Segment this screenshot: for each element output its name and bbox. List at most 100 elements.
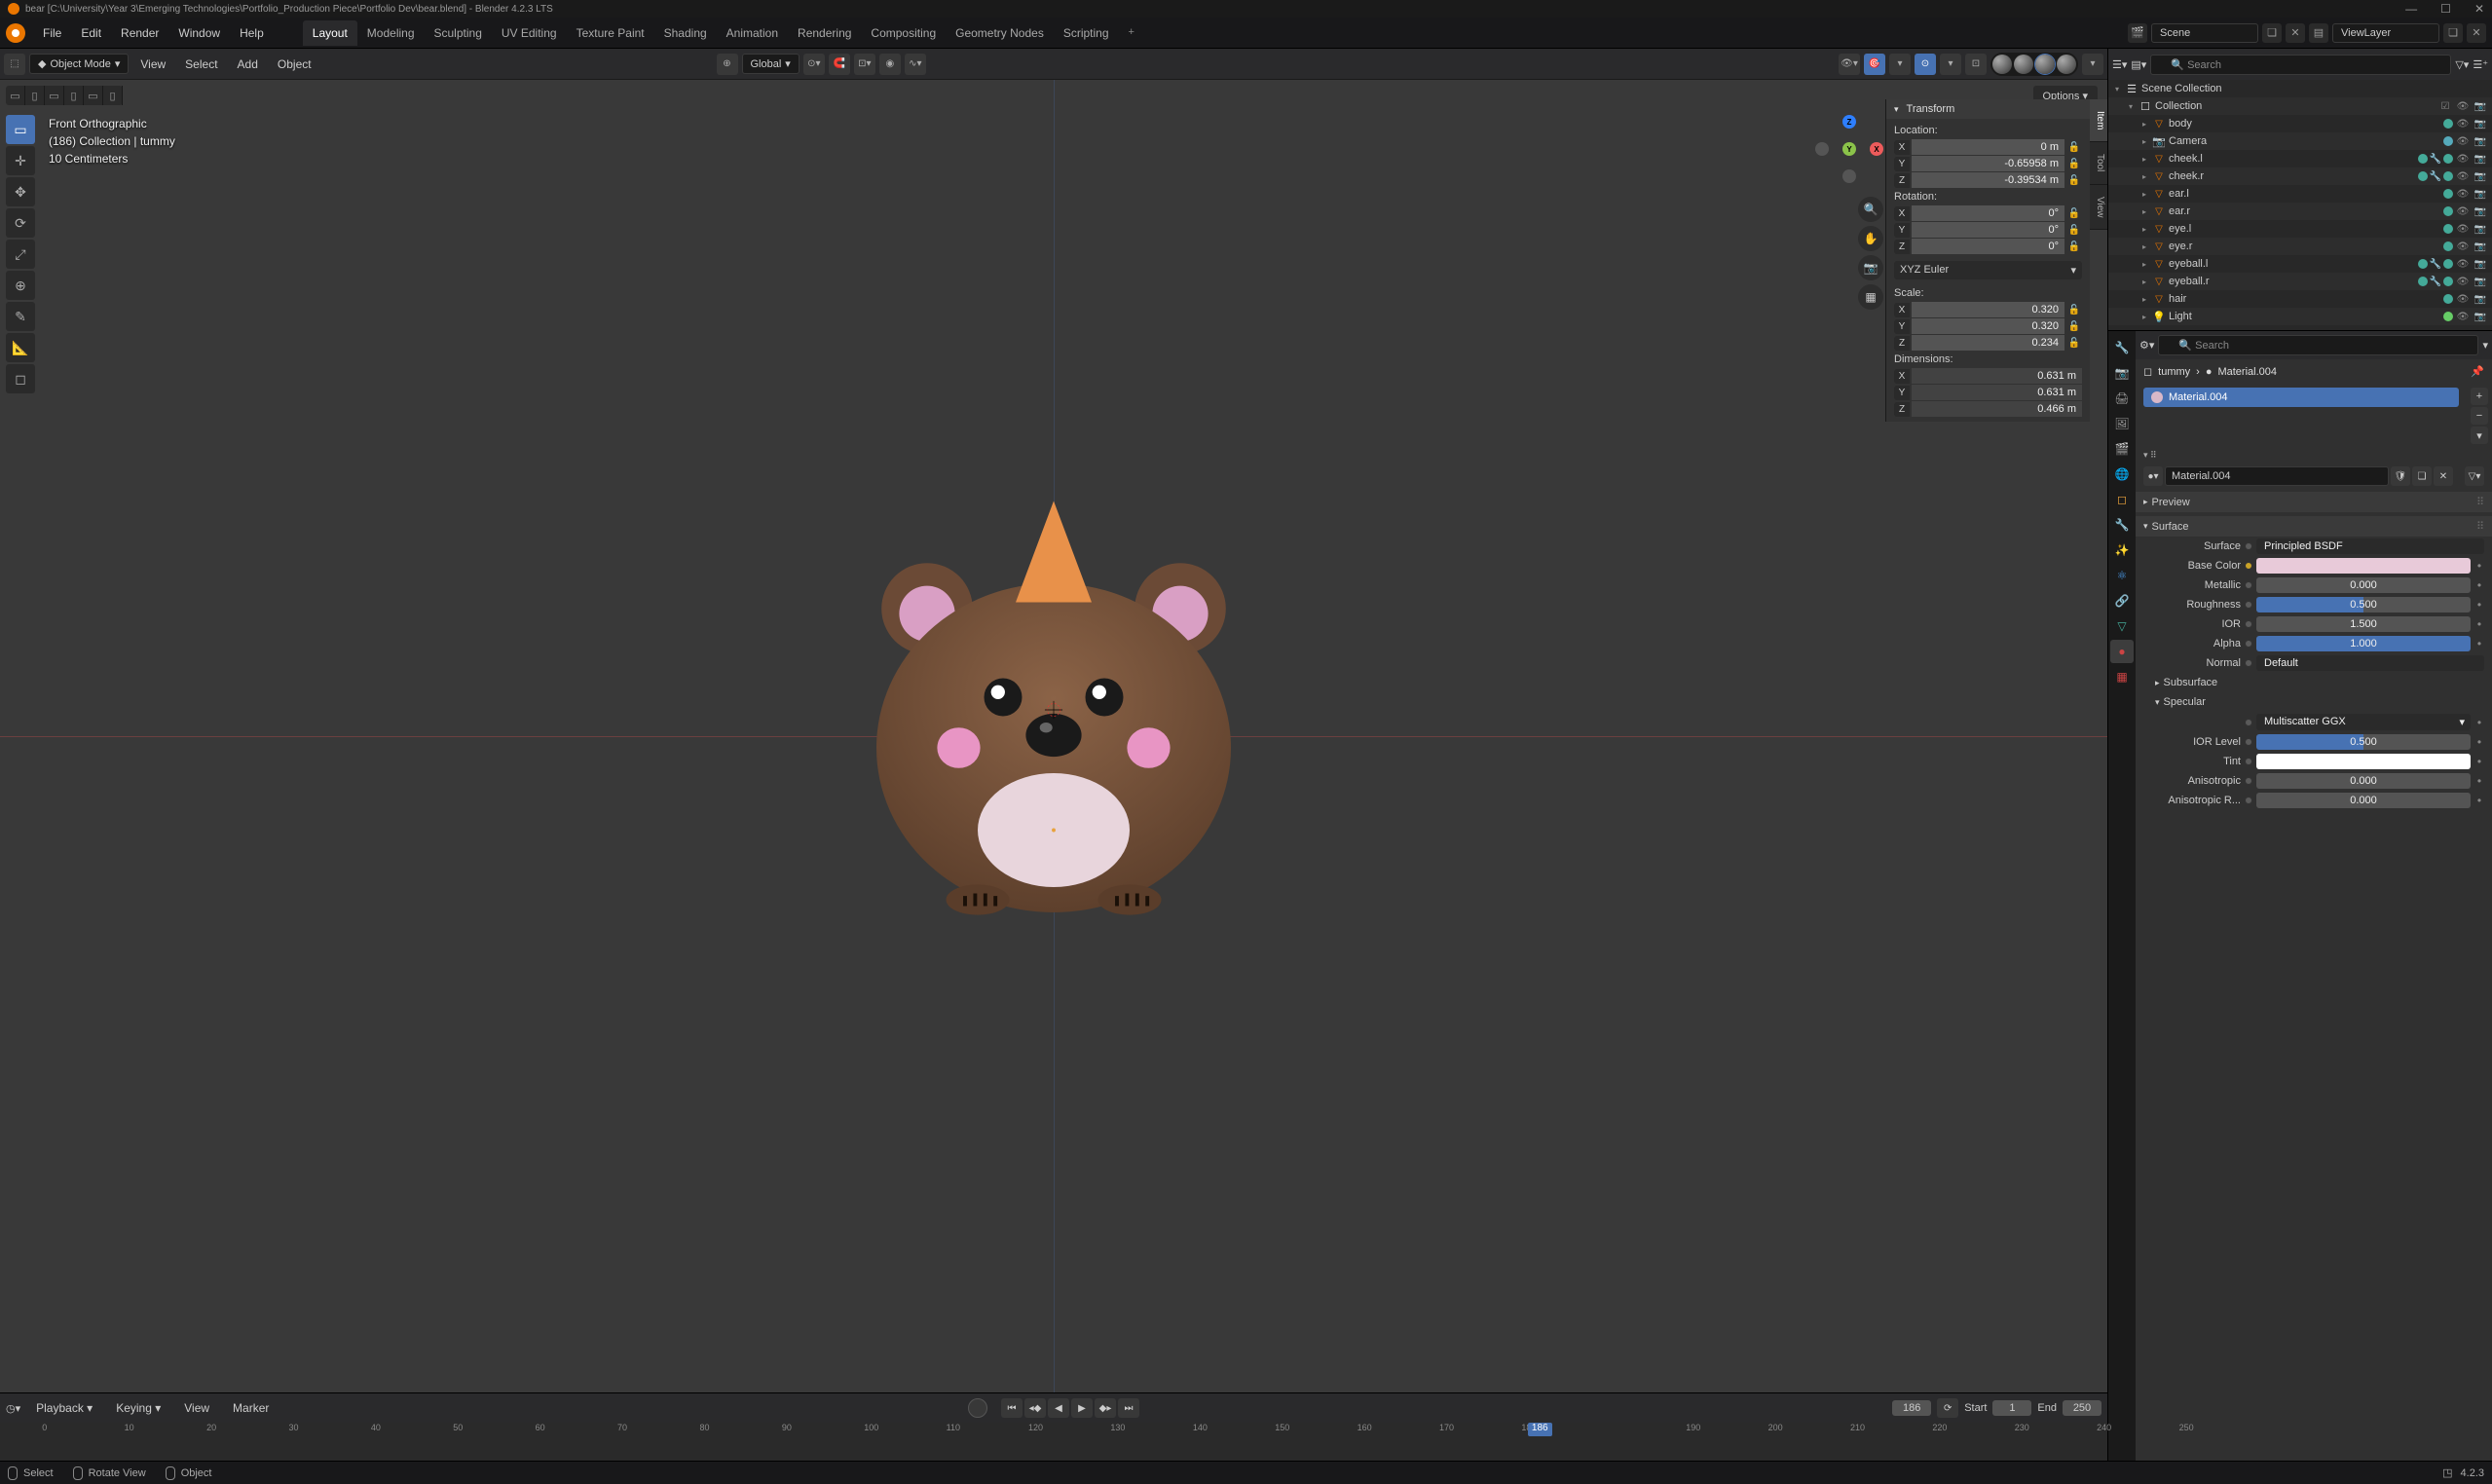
workspace-tab-animation[interactable]: Animation (717, 20, 788, 46)
jump-start[interactable]: ⏮ (1001, 1398, 1023, 1418)
workspace-tab-sculpting[interactable]: Sculpting (425, 20, 492, 46)
workspace-tab-texpaint[interactable]: Texture Paint (567, 20, 654, 46)
menu-edit[interactable]: Edit (71, 20, 111, 46)
overlay-toggle[interactable]: ⊙ (1915, 54, 1936, 75)
select-mode-5[interactable]: ▭ (84, 86, 103, 105)
prop-tab-output[interactable]: 🖨 (2110, 387, 2134, 410)
orientation-icon[interactable]: ⊕ (717, 54, 738, 75)
npanel-tab-item[interactable]: Item (2090, 99, 2107, 142)
workspace-tab-shading[interactable]: Shading (654, 20, 717, 46)
prop-tab-world[interactable]: 🌐 (2110, 463, 2134, 486)
play-reverse[interactable]: ◀ (1048, 1398, 1069, 1418)
start-frame-field[interactable]: 1 (1992, 1400, 2031, 1416)
workspace-tab-scripting[interactable]: Scripting (1054, 20, 1119, 46)
scl-z[interactable]: 0.234 (1912, 335, 2064, 351)
npanel-tab-tool[interactable]: Tool (2090, 142, 2107, 184)
tool-select-box[interactable]: ▭ (6, 115, 35, 144)
prop-tab-particle[interactable]: ✨ (2110, 538, 2134, 562)
surface-section-header[interactable]: ▾Surface⠿ (2136, 516, 2492, 537)
prop-tab-viewlayer[interactable]: 🖼 (2110, 412, 2134, 435)
outliner-item-cheek.l[interactable]: ▸▽cheek.l🔧👁📷 (2108, 150, 2492, 167)
tint-field[interactable] (2256, 754, 2471, 769)
tool-move[interactable]: ✥ (6, 177, 35, 206)
shading-wireframe[interactable] (1992, 55, 2012, 74)
rot-x-lock[interactable]: 🔓 (2066, 208, 2082, 219)
keyframe-next[interactable]: ◆▸ (1095, 1398, 1116, 1418)
mode-dropdown[interactable]: ◆Object Mode▾ (29, 54, 129, 74)
mat-nodetree[interactable]: ▽▾ (2465, 466, 2484, 486)
tool-measure[interactable]: 📐 (6, 333, 35, 362)
zoom-button[interactable]: 🔍 (1858, 197, 1883, 222)
aniso-menu[interactable]: • (2474, 774, 2484, 788)
tint-link-dot[interactable] (2245, 758, 2252, 765)
ior-link-dot[interactable] (2245, 620, 2252, 628)
rot-x[interactable]: 0° (1912, 205, 2064, 221)
menu-help[interactable]: Help (230, 20, 274, 46)
base-color-field[interactable] (2256, 558, 2471, 574)
npanel-tab-view[interactable]: View (2090, 185, 2107, 231)
blender-logo[interactable] (6, 23, 25, 43)
snap-dropdown[interactable]: ⊡▾ (854, 54, 875, 75)
camera-button[interactable]: 📷 (1858, 255, 1883, 280)
loc-z[interactable]: -0.39534 m (1912, 172, 2064, 188)
xray-toggle[interactable]: ⊡ (1965, 54, 1987, 75)
basecolor-menu[interactable]: • (2474, 559, 2484, 573)
tool-transform[interactable]: ⊕ (6, 271, 35, 300)
loc-y-lock[interactable]: 🔓 (2066, 159, 2082, 169)
anisor-menu[interactable]: • (2474, 794, 2484, 807)
subsurface-header[interactable]: ▸Subsurface (2136, 673, 2492, 692)
workspace-tab-compositing[interactable]: Compositing (861, 20, 946, 46)
outliner-item-eye.l[interactable]: ▸▽eye.l👁📷 (2108, 220, 2492, 238)
normal-dropdown[interactable]: Default (2256, 655, 2484, 671)
tint-menu[interactable]: • (2474, 755, 2484, 768)
keyframe-prev[interactable]: ◂◆ (1024, 1398, 1046, 1418)
shading-dropdown[interactable]: ▾ (2082, 54, 2103, 75)
prop-tab-constraint[interactable]: 🔗 (2110, 589, 2134, 612)
normal-link-dot[interactable] (2245, 659, 2252, 667)
workspace-tab-layout[interactable]: Layout (303, 20, 357, 46)
layer-browse-icon[interactable]: ▤ (2309, 23, 2328, 43)
select-mode-2[interactable]: ▯ (25, 86, 45, 105)
outliner-item-Light[interactable]: ▸💡Light👁📷 (2108, 308, 2492, 325)
prop-tab-modifier[interactable]: 🔧 (2110, 513, 2134, 537)
tl-menu-marker[interactable]: Marker (225, 1397, 277, 1419)
tl-menu-view[interactable]: View (176, 1397, 217, 1419)
select-mode-1[interactable]: ▭ (6, 86, 25, 105)
outliner-editor-icon[interactable]: ☰▾ (2112, 58, 2127, 71)
scl-y-lock[interactable]: 🔓 (2066, 321, 2082, 332)
maximize-button[interactable]: ☐ (2440, 2, 2451, 16)
layer-new-button[interactable]: ❏ (2443, 23, 2463, 43)
proportional-toggle[interactable]: ◉ (879, 54, 901, 75)
scl-x[interactable]: 0.320 (1912, 302, 2064, 317)
scene-browse-icon[interactable]: 🎬 (2128, 23, 2147, 43)
frame-refresh[interactable]: ⟳ (1937, 1398, 1958, 1418)
minimize-button[interactable]: — (2405, 2, 2417, 16)
tool-rotate[interactable]: ⟳ (6, 208, 35, 238)
prop-tab-material[interactable]: ● (2110, 640, 2134, 663)
prop-tab-scene[interactable]: 🎬 (2110, 437, 2134, 461)
tl-menu-playback[interactable]: Playback ▾ (28, 1397, 100, 1419)
close-button[interactable]: ✕ (2474, 2, 2484, 16)
prop-tab-render[interactable]: 📷 (2110, 361, 2134, 385)
rot-y[interactable]: 0° (1912, 222, 2064, 238)
select-mode-4[interactable]: ▯ (64, 86, 84, 105)
dim-x[interactable]: 0.631 m (1912, 368, 2082, 384)
roughness-menu[interactable]: • (2474, 598, 2484, 612)
playhead[interactable]: 186 (1528, 1423, 1552, 1436)
workspace-tab-uv[interactable]: UV Editing (492, 20, 567, 46)
play-forward[interactable]: ▶ (1071, 1398, 1093, 1418)
prop-tab-physics[interactable]: ⚛ (2110, 564, 2134, 587)
material-name-input[interactable] (2165, 466, 2389, 486)
outliner-item-Camera[interactable]: ▸📷Camera👁📷 (2108, 132, 2492, 150)
loc-z-lock[interactable]: 🔓 (2066, 175, 2082, 186)
tl-menu-keying[interactable]: Keying ▾ (108, 1397, 168, 1419)
surface-shader-dropdown[interactable]: Principled BSDF (2256, 538, 2484, 554)
dist-link-dot[interactable] (2245, 719, 2252, 726)
props-editor-icon[interactable]: ⚙▾ (2139, 339, 2154, 352)
rot-z[interactable]: 0° (1912, 239, 2064, 254)
ior-field[interactable]: 1.500 (2256, 616, 2471, 632)
orientation-dropdown[interactable]: Global▾ (742, 54, 800, 74)
outliner-search[interactable]: 🔍 Search (2150, 55, 2451, 75)
visibility-dropdown[interactable]: 👁▾ (1839, 54, 1860, 75)
tool-add[interactable]: ◻ (6, 364, 35, 393)
